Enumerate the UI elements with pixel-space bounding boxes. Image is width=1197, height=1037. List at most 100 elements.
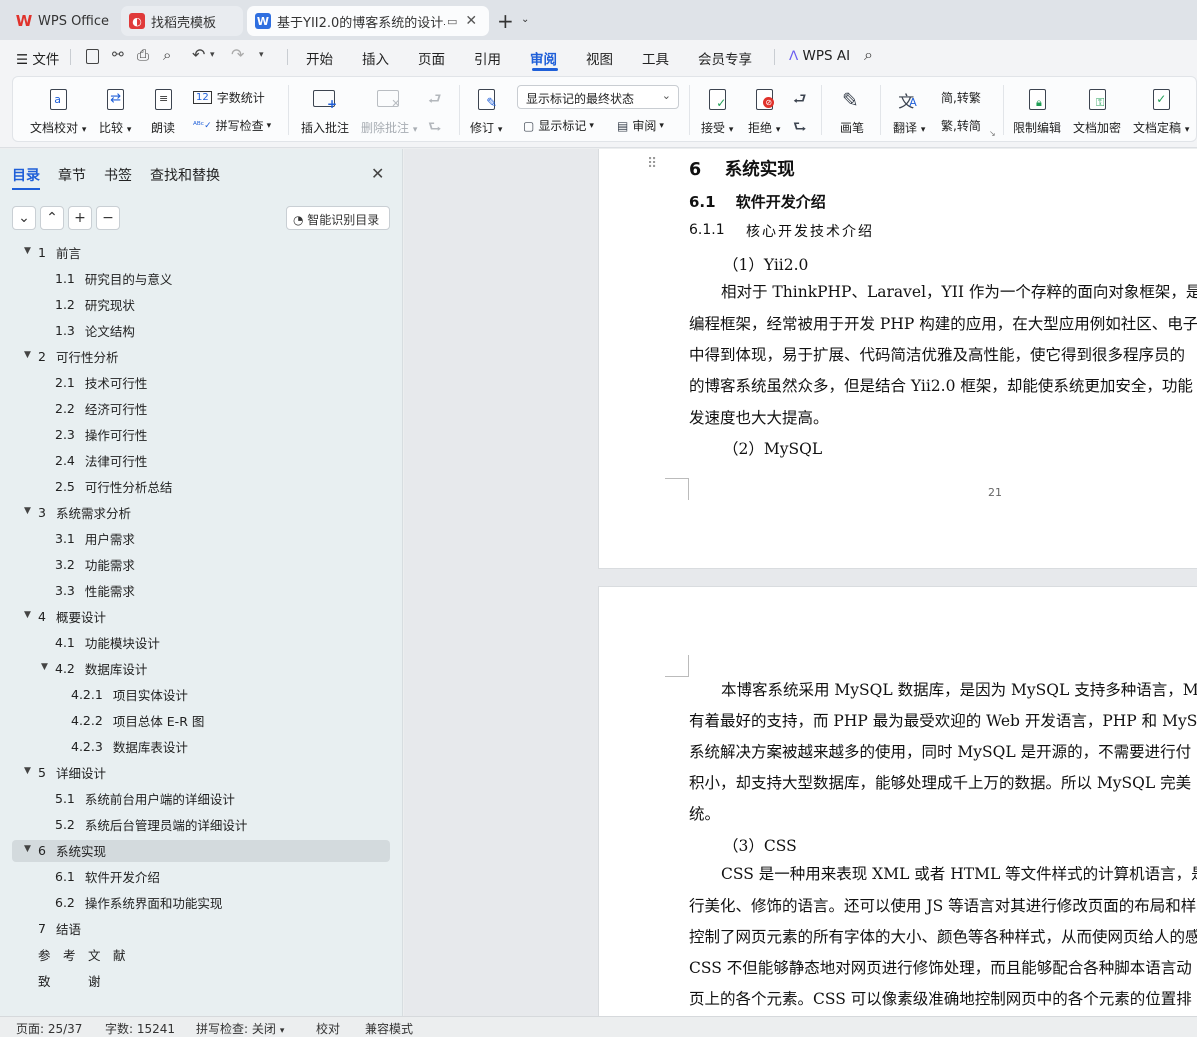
restrict-edit-button[interactable]: 🔒︎ 限制编辑	[1013, 87, 1061, 136]
toc-item[interactable]: 6.2 操作系统界面和功能实现	[55, 893, 222, 912]
prev-change-icon[interactable]: ⮐	[793, 89, 807, 114]
tab-wps-office[interactable]: W WPS Office	[8, 6, 118, 36]
toc-item[interactable]: 4.2.3 数据库表设计	[71, 737, 188, 756]
more-chevron-icon[interactable]: ▾	[259, 50, 264, 60]
translate-button[interactable]: 文A 翻译 ▾	[893, 87, 925, 136]
close-icon[interactable]: ✕	[371, 164, 384, 183]
menu-home[interactable]: 开始	[306, 48, 333, 68]
new-tab-button[interactable]: +	[497, 9, 514, 33]
close-icon[interactable]: ✕	[465, 13, 477, 29]
expand-caret-icon[interactable]: ▼	[24, 766, 31, 776]
finalize-button[interactable]: ✓ 文档定稿 ▾	[1133, 87, 1189, 136]
proofread-status[interactable]: 校对	[316, 1020, 340, 1037]
expand-caret-icon[interactable]: ▼	[24, 506, 31, 516]
search-icon[interactable]: ⌕	[864, 45, 873, 65]
toc-item[interactable]: 5 详细设计	[38, 763, 106, 782]
toc-item[interactable]: 2.3 操作可行性	[55, 425, 147, 444]
tab-toc[interactable]: 目录	[12, 165, 40, 185]
expand-group-icon[interactable]: ↘	[989, 129, 996, 138]
save-icon[interactable]	[86, 49, 99, 64]
print-preview-icon[interactable]: ⌕	[163, 46, 171, 64]
toc-item[interactable]: 7 结语	[38, 919, 81, 938]
reject-button[interactable]: ⊘ 拒绝 ▾	[748, 87, 780, 136]
toc-item[interactable]: 1.2 研究现状	[55, 295, 135, 314]
tab-current-document[interactable]: W 基于YII2.0的博客系统的设计与 ▭ ✕	[247, 6, 489, 36]
review-pane-button[interactable]: ▤ 审阅 ▾	[617, 117, 664, 134]
toc-item[interactable]: 5.2 系统后台管理员端的详细设计	[55, 815, 247, 834]
compare-button[interactable]: ⇄ 比较 ▾	[99, 87, 131, 136]
print-icon[interactable]: ⎙	[137, 46, 149, 64]
tab-find-replace[interactable]: 查找和替换	[150, 165, 220, 185]
toc-item[interactable]: 2.2 经济可行性	[55, 399, 147, 418]
word-count-indicator[interactable]: 字数: 15241	[105, 1020, 175, 1037]
tab-docer[interactable]: ◐ 找稻壳模板	[121, 6, 243, 36]
menu-insert[interactable]: 插入	[362, 48, 389, 68]
tab-bookmarks[interactable]: 书签	[104, 165, 132, 185]
add-heading-button[interactable]: +	[68, 206, 92, 230]
toc-item[interactable]: 致 谢	[38, 971, 101, 990]
spell-check-status[interactable]: 拼写检查: 关闭 ▾	[196, 1020, 284, 1037]
prev-comment-icon[interactable]: ⮐	[428, 89, 442, 114]
spell-check-button[interactable]: ᴬᴮᶜ✓ 拼写检查 ▾	[193, 117, 271, 134]
expand-caret-icon[interactable]: ▼	[24, 350, 31, 360]
menu-review[interactable]: 审阅	[530, 48, 557, 68]
wps-ai-button[interactable]: ᐱ WPS AI	[789, 48, 850, 64]
undo-icon[interactable]: ↶	[192, 45, 205, 64]
menu-page[interactable]: 页面	[418, 48, 445, 68]
toc-item[interactable]: 4.2.1 项目实体设计	[71, 685, 188, 704]
word-count-button[interactable]: 12 字数统计	[193, 89, 265, 106]
toc-item[interactable]: 3.3 性能需求	[55, 581, 135, 600]
next-comment-icon[interactable]: ⮑	[428, 117, 442, 142]
toc-item[interactable]: 6 系统实现	[38, 841, 106, 860]
expand-caret-icon[interactable]: ▼	[24, 844, 31, 854]
toc-item[interactable]: 4.1 功能模块设计	[55, 633, 160, 652]
expand-caret-icon[interactable]: ▼	[24, 246, 31, 256]
toc-item[interactable]: 4 概要设计	[38, 607, 106, 626]
accept-button[interactable]: ✓ 接受 ▾	[701, 87, 733, 136]
menu-file-button[interactable]: ☰ 文件	[16, 48, 59, 68]
menu-view[interactable]: 视图	[586, 48, 613, 68]
expand-caret-icon[interactable]: ▼	[41, 662, 48, 672]
toc-item[interactable]: 2 可行性分析	[38, 347, 118, 366]
menu-tools[interactable]: 工具	[642, 48, 669, 68]
toc-item[interactable]: 3.1 用户需求	[55, 529, 135, 548]
read-aloud-button[interactable]: ≡ 朗读	[150, 87, 176, 136]
expand-up-button[interactable]: ⌃	[40, 206, 64, 230]
toc-item[interactable]: 2.4 法律可行性	[55, 451, 147, 470]
menu-membership[interactable]: 会员专享	[698, 48, 752, 68]
pen-button[interactable]: ✎ 画笔	[839, 87, 865, 136]
drag-handle-icon[interactable]: ⠿	[647, 156, 657, 172]
chevron-down-icon[interactable]: ▾	[210, 50, 215, 60]
smart-toc-button[interactable]: ◔ 智能识别目录	[286, 206, 390, 230]
menu-references[interactable]: 引用	[474, 48, 501, 68]
redo-icon[interactable]: ↷	[231, 45, 244, 64]
collapse-all-button[interactable]: ⌄	[12, 206, 36, 230]
toc-item[interactable]: 参 考 文 献	[38, 945, 126, 964]
remove-heading-button[interactable]: −	[96, 206, 120, 230]
toc-item[interactable]: 1 前言	[38, 243, 81, 262]
chevron-down-icon[interactable]: ⌄	[521, 14, 529, 25]
tab-sections[interactable]: 章节	[58, 165, 86, 185]
toc-item[interactable]: 1.3 论文结构	[55, 321, 135, 340]
toc-item[interactable]: 2.1 技术可行性	[55, 373, 147, 392]
proofread-button[interactable]: a 文档校对 ▾	[30, 87, 86, 136]
next-change-icon[interactable]: ⮑	[793, 117, 807, 142]
display-mode-select[interactable]: 显示标记的最终状态 ⌄	[517, 85, 679, 109]
toc-item[interactable]: 2.5 可行性分析总结	[55, 477, 172, 496]
link-icon[interactable]: ⚯	[112, 47, 124, 63]
toc-item[interactable]: 6.1 软件开发介绍	[55, 867, 160, 886]
toc-item[interactable]: 3 系统需求分析	[38, 503, 131, 522]
toc-item[interactable]: 5.1 系统前台用户端的详细设计	[55, 789, 235, 808]
delete-comment-button[interactable]: ✕ 删除批注 ▾	[361, 87, 417, 136]
track-changes-button[interactable]: ✎ 修订 ▾	[470, 87, 502, 136]
toc-item[interactable]: 3.2 功能需求	[55, 555, 135, 574]
to-simplified-button[interactable]: 繁,转简	[941, 117, 981, 134]
encrypt-button[interactable]: ⚿ 文档加密	[1073, 87, 1121, 136]
insert-comment-button[interactable]: + 插入批注	[301, 87, 349, 136]
toc-item[interactable]: 4.2 数据库设计	[55, 659, 147, 678]
expand-caret-icon[interactable]: ▼	[24, 610, 31, 620]
show-markup-button[interactable]: ▢ 显示标记 ▾	[523, 117, 594, 134]
toc-item[interactable]: 4.2.2 项目总体 E-R 图	[71, 711, 204, 730]
toc-item[interactable]: 1.1 研究目的与意义	[55, 269, 172, 288]
to-traditional-button[interactable]: 简,转繁	[941, 89, 981, 106]
